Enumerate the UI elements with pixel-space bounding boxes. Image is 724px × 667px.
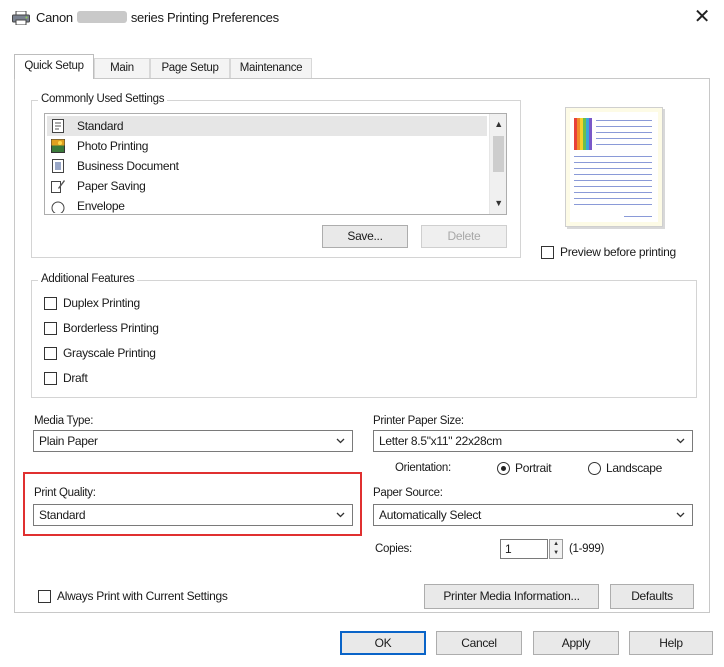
tab-quick-setup[interactable]: Quick Setup (14, 54, 94, 79)
preview-page (570, 112, 658, 222)
printer-paper-size-label: Printer Paper Size: (373, 415, 464, 427)
list-item-label: Business Document (77, 159, 179, 173)
chevron-down-icon (336, 438, 345, 444)
checkbox-label: Grayscale Printing (63, 346, 156, 360)
printer-paper-size-dropdown[interactable]: Letter 8.5"x11" 22x28cm (373, 430, 693, 452)
envelope-icon (51, 201, 65, 213)
copies-spinner[interactable]: ▲ ▼ (549, 539, 563, 559)
paper-saving-icon (51, 180, 65, 193)
copies-value: 1 (505, 542, 512, 556)
print-quality-value: Standard (39, 508, 86, 522)
commonly-used-settings-title: Commonly Used Settings (38, 93, 168, 105)
radio-circle[interactable] (588, 462, 601, 475)
page-preview-thumbnail (565, 107, 663, 227)
checkbox-label: Always Print with Current Settings (57, 589, 228, 603)
radio-selected-dot (501, 466, 506, 471)
window-title-suffix: series Printing Preferences (130, 10, 279, 25)
printer-paper-size-value: Letter 8.5"x11" 22x28cm (379, 434, 502, 448)
checkbox-label: Duplex Printing (63, 296, 140, 310)
list-item-label: Envelope (77, 199, 125, 213)
scroll-thumb[interactable] (493, 136, 504, 172)
preview-before-printing-checkbox[interactable]: Preview before printing (541, 245, 701, 261)
copies-label: Copies: (375, 543, 412, 555)
help-button[interactable]: Help (629, 631, 713, 655)
duplex-printing-checkbox[interactable]: Duplex Printing (44, 296, 244, 312)
close-button[interactable]: ✕ (688, 4, 716, 30)
print-quality-label: Print Quality: (34, 487, 96, 499)
media-type-dropdown[interactable]: Plain Paper (33, 430, 353, 452)
chevron-down-icon (676, 438, 685, 444)
tab-page-setup[interactable]: Page Setup (150, 58, 230, 78)
paper-source-label: Paper Source: (373, 487, 443, 499)
list-item-paper-saving[interactable]: Paper Saving (47, 176, 487, 196)
media-type-label: Media Type: (34, 415, 94, 427)
printing-preferences-dialog: Canon series Printing Preferences ✕ Quick… (0, 0, 724, 667)
preview-image-icon (574, 118, 592, 150)
title-bar: Canon series Printing Preferences ✕ (0, 0, 724, 36)
spin-down-icon[interactable]: ▼ (550, 549, 562, 558)
list-item-envelope[interactable]: Envelope (47, 196, 487, 214)
checkbox-box[interactable] (44, 322, 57, 335)
ok-button[interactable]: OK (340, 631, 426, 655)
window-title-prefix: Canon (36, 10, 73, 25)
grayscale-printing-checkbox[interactable]: Grayscale Printing (44, 346, 244, 362)
delete-button[interactable]: Delete (421, 225, 507, 248)
paper-source-value: Automatically Select (379, 508, 482, 522)
checkbox-box[interactable] (44, 372, 57, 385)
checkbox-label: Draft (63, 371, 88, 385)
media-type-value: Plain Paper (39, 434, 98, 448)
list-item-standard[interactable]: Standard (47, 116, 487, 136)
checkbox-label: Borderless Printing (63, 321, 159, 335)
list-item-label: Standard (77, 119, 124, 133)
photo-icon (51, 139, 65, 153)
tab-main[interactable]: Main (94, 58, 150, 78)
radio-circle[interactable] (497, 462, 510, 475)
standard-doc-icon (52, 119, 64, 133)
list-item-photo-printing[interactable]: Photo Printing (47, 136, 487, 156)
checkbox-box[interactable] (38, 590, 51, 603)
additional-features-title: Additional Features (38, 273, 138, 285)
redacted-model-name (76, 11, 127, 23)
copies-range: (1-999) (569, 543, 604, 555)
printer-icon (12, 11, 30, 25)
orientation-label: Orientation: (395, 462, 451, 474)
copies-input[interactable]: 1 (500, 539, 548, 559)
checkbox-box[interactable] (44, 347, 57, 360)
orientation-landscape-radio[interactable]: Landscape (588, 461, 688, 477)
chevron-down-icon (336, 512, 345, 518)
chevron-down-icon (676, 512, 685, 518)
defaults-button[interactable]: Defaults (610, 584, 694, 609)
printer-media-information-button[interactable]: Printer Media Information... (424, 584, 599, 609)
apply-button[interactable]: Apply (533, 631, 619, 655)
spin-up-icon[interactable]: ▲ (550, 540, 562, 549)
borderless-printing-checkbox[interactable]: Borderless Printing (44, 321, 244, 337)
tab-maintenance[interactable]: Maintenance (230, 58, 312, 78)
checkbox-label: Preview before printing (560, 245, 676, 259)
checkbox-box[interactable] (44, 297, 57, 310)
cancel-button[interactable]: Cancel (436, 631, 522, 655)
radio-label: Portrait (515, 461, 552, 475)
list-item-label: Photo Printing (77, 139, 149, 153)
scroll-down-icon[interactable]: ▼ (490, 195, 506, 212)
orientation-portrait-radio[interactable]: Portrait (497, 461, 577, 477)
save-button[interactable]: Save... (322, 225, 408, 248)
paper-source-dropdown[interactable]: Automatically Select (373, 504, 693, 526)
close-icon: ✕ (693, 6, 711, 28)
checkbox-box[interactable] (541, 246, 554, 259)
always-print-current-settings-checkbox[interactable]: Always Print with Current Settings (38, 589, 278, 605)
list-item-label: Paper Saving (77, 179, 146, 193)
list-scrollbar[interactable]: ▲ ▼ (489, 114, 506, 214)
commonly-used-settings-list[interactable]: Standard Photo Printing Business Documen… (44, 113, 507, 215)
draft-checkbox[interactable]: Draft (44, 371, 244, 387)
list-item-business-document[interactable]: Business Document (47, 156, 487, 176)
window-title: Canon series Printing Preferences (36, 10, 279, 25)
business-doc-icon (52, 159, 64, 173)
print-quality-dropdown[interactable]: Standard (33, 504, 353, 526)
radio-label: Landscape (606, 461, 663, 475)
scroll-up-icon[interactable]: ▲ (490, 116, 506, 133)
